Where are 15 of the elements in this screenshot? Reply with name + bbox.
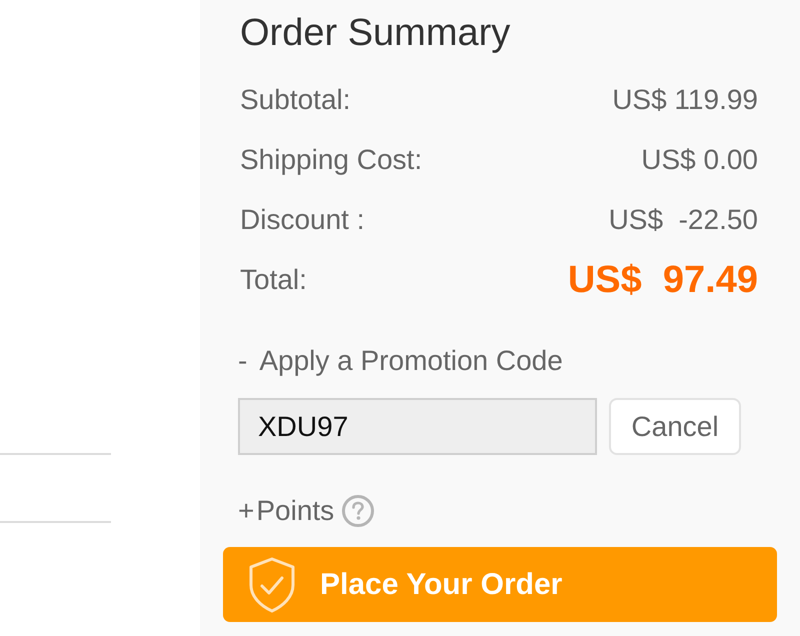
total-label: Total:	[240, 263, 307, 297]
cancel-button[interactable]: Cancel	[609, 398, 741, 455]
summary-amount: US$ 119.99	[612, 83, 758, 117]
summary-label: Discount :	[240, 203, 364, 237]
order-summary-title: Order Summary	[239, 11, 510, 56]
summary-label: Subtotal:	[240, 83, 351, 117]
promo-code-field[interactable]: XDU97	[238, 398, 597, 455]
points-toggle[interactable]: +Points	[238, 491, 334, 531]
shield-check-icon	[248, 556, 296, 612]
summary-amount: US$ -22.50	[608, 203, 758, 237]
help-icon[interactable]	[342, 495, 374, 527]
summary-amount: US$ 0.00	[641, 143, 758, 177]
promotion-code-toggle[interactable]: - Apply a Promotion Code	[238, 341, 563, 381]
summary-label: Shipping Cost:	[240, 143, 422, 177]
total-amount: US$ 97.49	[568, 258, 758, 302]
